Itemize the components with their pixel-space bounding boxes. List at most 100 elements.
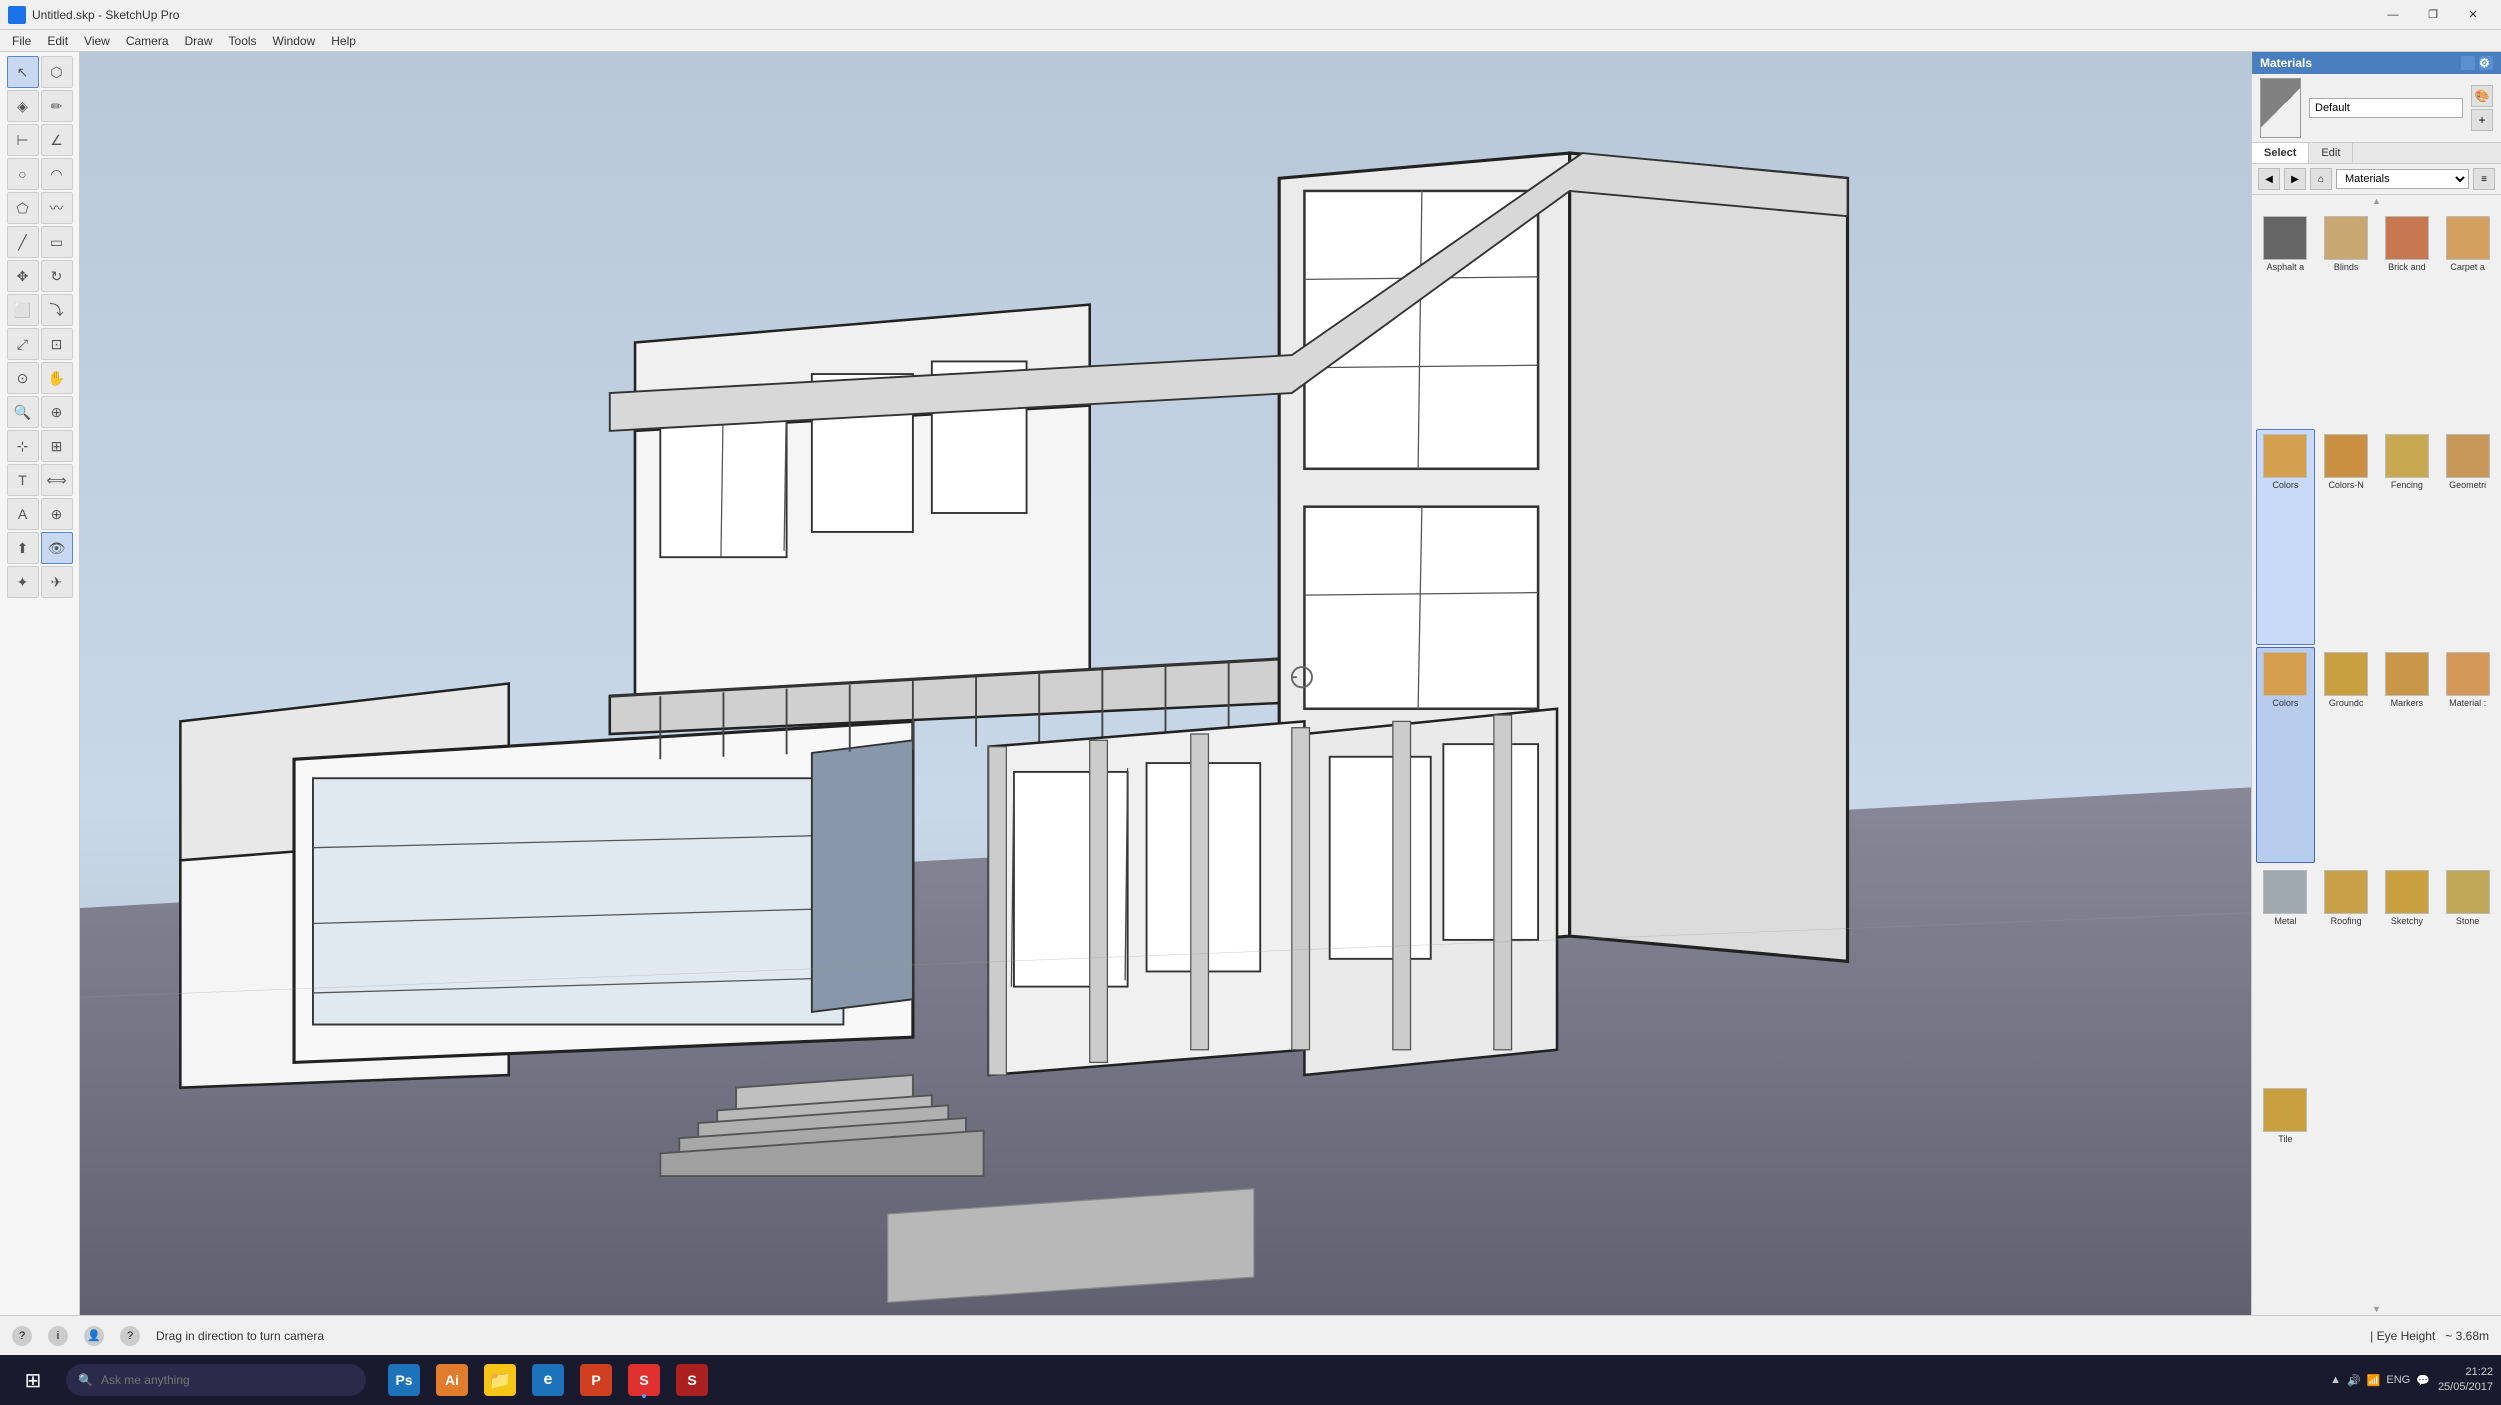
material-name-input[interactable] bbox=[2309, 98, 2463, 118]
close-button[interactable]: ✕ bbox=[2453, 0, 2493, 30]
mat-stone[interactable]: Stone bbox=[2438, 865, 2497, 1081]
mat-metal[interactable]: Metal bbox=[2256, 865, 2315, 1081]
menu-help[interactable]: Help bbox=[323, 32, 364, 50]
nav-back[interactable]: ◀ bbox=[2258, 168, 2280, 190]
mat-label-tile: Tile bbox=[2278, 1134, 2292, 1145]
tool-rotate[interactable]: ↻ bbox=[41, 260, 73, 292]
status-icon-info[interactable]: i bbox=[48, 1326, 68, 1346]
tool-position[interactable]: ⊹ bbox=[7, 430, 39, 462]
tool-circle[interactable]: ○ bbox=[7, 158, 39, 190]
mat-brick[interactable]: Brick and bbox=[2378, 211, 2437, 427]
tab-select[interactable]: Select bbox=[2252, 143, 2309, 163]
tool-paint[interactable]: ◈ bbox=[7, 90, 39, 122]
tool-scale[interactable]: ⤢ bbox=[7, 328, 39, 360]
status-icon-q[interactable]: ? bbox=[120, 1326, 140, 1346]
mat-roofing[interactable]: Roofing bbox=[2317, 865, 2376, 1081]
tool-line[interactable]: ╱ bbox=[7, 226, 39, 258]
mat-label-groundc: Groundc bbox=[2329, 698, 2364, 709]
mat-colors-selected[interactable]: Colors bbox=[2256, 647, 2315, 863]
menu-edit[interactable]: Edit bbox=[39, 32, 76, 50]
tool-section[interactable]: ⊞ bbox=[41, 430, 73, 462]
tool-axes[interactable]: ⊕ bbox=[41, 498, 73, 530]
mat-groundc[interactable]: Groundc bbox=[2317, 647, 2376, 863]
tool-pan[interactable]: ✋ bbox=[41, 362, 73, 394]
menu-camera[interactable]: Camera bbox=[118, 32, 177, 50]
tool-freehand[interactable]: 〰 bbox=[41, 192, 73, 224]
tool-zoomext[interactable]: ⊕ bbox=[41, 396, 73, 428]
tool-3dtext[interactable]: A bbox=[7, 498, 39, 530]
tool-pencil[interactable]: ✏ bbox=[41, 90, 73, 122]
search-input[interactable] bbox=[101, 1373, 301, 1387]
start-button[interactable]: ⊞ bbox=[8, 1360, 58, 1400]
menu-draw[interactable]: Draw bbox=[177, 32, 221, 50]
sample-paint-button[interactable]: 🎨 bbox=[2471, 85, 2493, 107]
materials-category-dropdown[interactable]: Materials Colors Bricks Wood bbox=[2336, 169, 2469, 189]
materials-settings[interactable]: ⚙ bbox=[2479, 56, 2493, 70]
mat-colors[interactable]: Colors bbox=[2256, 429, 2315, 645]
sys-clock[interactable]: 21:22 25/05/2017 bbox=[2438, 1365, 2493, 1396]
tool-followme[interactable]: ⤵ bbox=[41, 294, 73, 326]
search-bar[interactable]: 🔍 bbox=[66, 1364, 366, 1396]
mat-colors-n[interactable]: Colors-N bbox=[2317, 429, 2376, 645]
mat-sketchy[interactable]: Sketchy bbox=[2378, 865, 2437, 1081]
tool-zoom[interactable]: 🔍 bbox=[7, 396, 39, 428]
sys-lang-label[interactable]: ENG bbox=[2386, 1374, 2410, 1386]
tool-components[interactable]: ⬡ bbox=[41, 56, 73, 88]
viewport[interactable] bbox=[80, 52, 2251, 1315]
materials-pin[interactable] bbox=[2461, 56, 2475, 70]
tool-poly[interactable]: ⬠ bbox=[7, 192, 39, 224]
minimize-button[interactable]: — bbox=[2373, 0, 2413, 30]
tool-arc[interactable]: ◠ bbox=[41, 158, 73, 190]
mat-label-metal: Metal bbox=[2274, 916, 2296, 927]
tool-angle[interactable]: ∠ bbox=[41, 124, 73, 156]
scroll-up-indicator[interactable]: ▲ bbox=[2252, 195, 2501, 207]
tool-rect[interactable]: ▭ bbox=[41, 226, 73, 258]
sys-network-icon[interactable]: 📶 bbox=[2367, 1374, 2381, 1387]
tool-text[interactable]: T bbox=[7, 464, 39, 496]
tool-orbit[interactable]: ⊙ bbox=[7, 362, 39, 394]
mat-fencing[interactable]: Fencing bbox=[2378, 429, 2437, 645]
create-material-button[interactable]: + bbox=[2471, 109, 2493, 131]
taskbar-edge[interactable]: e bbox=[526, 1360, 570, 1400]
taskbar-explorer[interactable]: 📁 bbox=[478, 1360, 522, 1400]
menu-tools[interactable]: Tools bbox=[221, 32, 265, 50]
tool-dim[interactable]: ⟺ bbox=[41, 464, 73, 496]
taskbar-app2[interactable]: S bbox=[670, 1360, 714, 1400]
mat-carpet[interactable]: Carpet a bbox=[2438, 211, 2497, 427]
tool-move[interactable]: ✥ bbox=[7, 260, 39, 292]
taskbar-sketchup[interactable]: S bbox=[622, 1360, 666, 1400]
menu-file[interactable]: File bbox=[4, 32, 39, 50]
sys-arrow-icon[interactable]: ▲ bbox=[2330, 1374, 2341, 1386]
mat-geometri[interactable]: Geometri bbox=[2438, 429, 2497, 645]
taskbar-illustrator[interactable]: Ai bbox=[430, 1360, 474, 1400]
tool-look[interactable]: 👁 bbox=[41, 532, 73, 564]
sys-notification-icon[interactable]: 💬 bbox=[2416, 1374, 2430, 1387]
mat-asphalt[interactable]: Asphalt a bbox=[2256, 211, 2315, 427]
mat-markers[interactable]: Markers bbox=[2378, 647, 2437, 863]
nav-home[interactable]: ⌂ bbox=[2310, 168, 2332, 190]
left-toolbar: ↖ ⬡ ◈ ✏ ⊢ ∠ ○ ◠ ⬠ 〰 ╱ ▭ ✥ ↻ ⬜ ⤵ bbox=[0, 52, 80, 1315]
mat-blinds[interactable]: Blinds bbox=[2317, 211, 2376, 427]
sys-volume-icon[interactable]: 🔊 bbox=[2347, 1374, 2361, 1387]
tool-offset[interactable]: ⊡ bbox=[41, 328, 73, 360]
mat-material[interactable]: Material : bbox=[2438, 647, 2497, 863]
tool-fly[interactable]: ✈ bbox=[41, 566, 73, 598]
nav-detail-toggle[interactable]: ≡ bbox=[2473, 168, 2495, 190]
tool-walk[interactable]: ⬆ bbox=[7, 532, 39, 564]
maximize-button[interactable]: ❐ bbox=[2413, 0, 2453, 30]
tool-pushpull[interactable]: ⬜ bbox=[7, 294, 39, 326]
tool-tape[interactable]: ⊢ bbox=[7, 124, 39, 156]
menu-view[interactable]: View bbox=[76, 32, 118, 50]
mat-label-stone: Stone bbox=[2456, 916, 2480, 927]
tool-pivot[interactable]: ✦ bbox=[7, 566, 39, 598]
menu-window[interactable]: Window bbox=[265, 32, 324, 50]
mat-tile[interactable]: Tile bbox=[2256, 1083, 2315, 1299]
tool-select[interactable]: ↖ bbox=[7, 56, 39, 88]
nav-forward[interactable]: ▶ bbox=[2284, 168, 2306, 190]
taskbar-photoshop[interactable]: Ps bbox=[382, 1360, 426, 1400]
status-icon-help[interactable]: ? bbox=[12, 1326, 32, 1346]
tab-edit[interactable]: Edit bbox=[2309, 143, 2353, 163]
scroll-down-indicator[interactable]: ▼ bbox=[2252, 1303, 2501, 1315]
taskbar-powerpoint[interactable]: P bbox=[574, 1360, 618, 1400]
status-icon-user[interactable]: 👤 bbox=[84, 1326, 104, 1346]
